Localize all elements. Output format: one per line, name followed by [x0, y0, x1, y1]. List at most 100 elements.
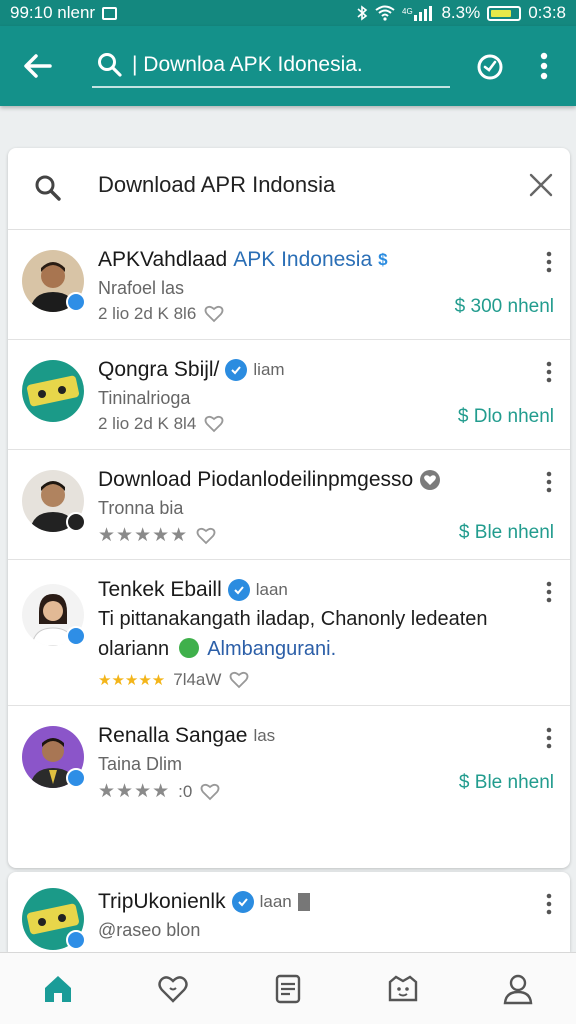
- heart-icon[interactable]: [196, 526, 216, 546]
- status-bar: 99:10 nlenr 4G 8.3% 0:3:8: [0, 0, 576, 26]
- verified-icon: [231, 891, 254, 913]
- result-card-partial[interactable]: TripUkonienlk laan @raseo blon: [8, 872, 570, 952]
- result-item[interactable]: TripUkonienlk laan @raseo blon: [8, 872, 570, 952]
- back-arrow-icon[interactable]: [20, 48, 56, 84]
- profile-icon: [504, 974, 533, 1004]
- verified-icon: [227, 579, 250, 601]
- more-vert-icon[interactable]: [540, 892, 558, 916]
- avatar: [22, 250, 86, 312]
- result-description-line2: olariann Almbangurani.: [98, 638, 336, 661]
- avatar: [22, 470, 86, 532]
- heart-icon[interactable]: [200, 782, 220, 802]
- result-subtitle: Nrafoel las: [98, 278, 185, 298]
- avatar: [22, 360, 84, 422]
- result-item[interactable]: Download Piodanlodeilinpmgesso Tronna bi…: [8, 450, 570, 560]
- result-price: $ 300 nhenl: [454, 296, 554, 317]
- result-meta-text: 7l4aW: [173, 670, 222, 689]
- search-input[interactable]: [132, 53, 432, 77]
- result-title: Tenkek Ebaill laan: [98, 578, 288, 602]
- more-vert-icon[interactable]: [540, 360, 558, 384]
- result-price: $ Dlo nhenl: [457, 406, 554, 427]
- query-text: Download APR Indonsia: [98, 172, 336, 197]
- description-link[interactable]: Almbangurani.: [207, 638, 336, 660]
- more-vert-icon[interactable]: [540, 726, 558, 750]
- svg-text:4G: 4G: [402, 7, 413, 16]
- bluetooth-icon: [357, 5, 368, 21]
- heart-badge-icon: [420, 470, 441, 490]
- status-time: 99:10 nlenr: [10, 3, 96, 22]
- result-meta-text: :0: [178, 781, 193, 801]
- close-icon[interactable]: [526, 170, 556, 200]
- more-vert-icon[interactable]: [540, 250, 558, 274]
- nav-profile[interactable]: [498, 969, 538, 1009]
- bottom-nav: [0, 952, 576, 1024]
- query-row[interactable]: Download APR Indonsia: [8, 148, 570, 230]
- result-name-highlight: APK Indonesia: [233, 248, 373, 271]
- search-icon: [35, 175, 61, 201]
- list-icon: [275, 974, 301, 1003]
- result-subtitle: Tronna bia: [98, 498, 184, 518]
- more-vert-icon[interactable]: [540, 580, 558, 604]
- verified-badge-icon: [66, 292, 86, 312]
- heart-icon[interactable]: [204, 414, 224, 434]
- result-title: Download Piodanlodeilinpmgesso: [98, 468, 441, 492]
- heart-icon[interactable]: [204, 304, 224, 324]
- search-results-card: Download APR Indonsia APKVahdlaad APK In…: [8, 148, 570, 868]
- result-name: APKVahdlaad: [98, 248, 228, 271]
- nav-list[interactable]: [268, 969, 308, 1009]
- verified-badge-icon: [66, 768, 86, 788]
- search-bar[interactable]: [92, 44, 450, 88]
- wifi-icon: [375, 5, 396, 21]
- battery-icon: [487, 5, 522, 21]
- home-icon: [44, 975, 71, 1002]
- heart-icon[interactable]: [229, 670, 249, 690]
- bookmark-icon: [297, 893, 310, 911]
- result-price: $ Ble nhenl: [458, 772, 554, 793]
- more-vert-icon[interactable]: [532, 50, 556, 82]
- nav-kids[interactable]: [383, 969, 423, 1009]
- avatar: [22, 584, 86, 647]
- result-price: $ Ble nhenl: [458, 522, 554, 543]
- rating-stars: ★★★★★: [98, 672, 166, 689]
- rating-stars: ★★★★★: [98, 525, 189, 546]
- description-text: olariann: [98, 638, 170, 660]
- result-item[interactable]: APKVahdlaad APK Indonesia $ Nrafoel las …: [8, 230, 570, 340]
- battery-percent: 8.3%: [441, 3, 481, 22]
- verified-icon: [225, 359, 248, 381]
- result-title: TripUkonienlk laan: [98, 890, 310, 914]
- result-tag: liam: [253, 360, 285, 379]
- avatar: [22, 888, 86, 950]
- result-item[interactable]: Renalla Sangae las Taina Dlim ★★★★ :0 $ …: [8, 706, 570, 842]
- result-name: Download Piodanlodeilinpmgesso: [98, 468, 414, 491]
- result-subtitle: Tininalrioga: [98, 388, 191, 408]
- app-logo-icon: [22, 360, 84, 422]
- green-status-icon: [178, 638, 199, 658]
- result-description: Ti pittanakangath iladap, Chanonly ledea…: [98, 608, 488, 630]
- result-tag: $: [378, 250, 388, 269]
- kid-icon: [388, 975, 418, 1001]
- app-bar: [0, 26, 576, 106]
- verified-badge-icon: [66, 626, 86, 646]
- image-notification-icon: [102, 6, 118, 20]
- result-item[interactable]: Qongra Sbijl/ liam Tininalrioga 2 lio 2d…: [8, 340, 570, 450]
- result-subtitle: @raseo blon: [98, 920, 201, 940]
- nav-favorites[interactable]: [153, 969, 193, 1009]
- result-title: Qongra Sbijl/ liam: [98, 358, 285, 382]
- verified-badge-icon: [66, 930, 86, 950]
- status-clock: 0:3:8: [528, 3, 566, 22]
- result-name: Tenkek Ebaill: [98, 578, 222, 601]
- heart-icon: [158, 975, 188, 1003]
- more-vert-icon[interactable]: [540, 470, 558, 494]
- result-meta: ★★★★★ 7l4aW: [98, 670, 249, 690]
- nav-home[interactable]: [38, 969, 78, 1009]
- result-tag: las: [253, 726, 276, 745]
- result-name: Renalla Sangae: [98, 724, 248, 747]
- result-title: Renalla Sangae las: [98, 724, 275, 748]
- rating-stars: ★★★★: [98, 781, 171, 802]
- result-item[interactable]: Tenkek Ebaill laan Ti pittanakangath ila…: [8, 560, 570, 706]
- result-tag: laan: [259, 892, 292, 911]
- timer-icon[interactable]: [474, 50, 506, 82]
- result-name: TripUkonienlk: [98, 890, 226, 913]
- result-name: Qongra Sbijl/: [98, 358, 220, 381]
- result-meta-text: 2 lio 2d K 8l6: [98, 304, 197, 323]
